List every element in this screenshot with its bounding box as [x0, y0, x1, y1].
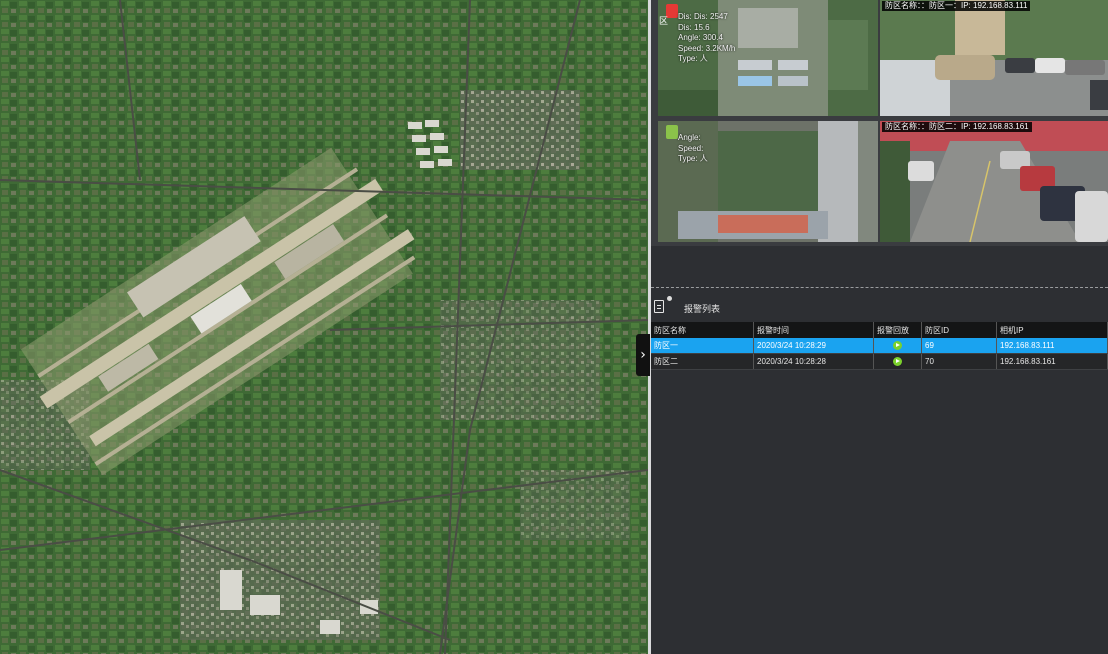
column-header[interactable]: 相机IP: [996, 322, 1108, 338]
video-tile-drone-1[interactable]: Dis: Dis: 2547 Dis: 15.6 Angle: 300.4 Sp…: [658, 0, 878, 116]
document-icon: [654, 300, 664, 313]
alarm-list-title: 报警列表: [684, 304, 721, 314]
satellite-map[interactable]: [0, 0, 648, 654]
telemetry-line: Speed:: [678, 143, 704, 153]
section-divider: [651, 287, 1108, 288]
cell-camera-ip: 192.168.83.111: [996, 338, 1108, 354]
drone-telemetry: Dis: Dis: 2547 Dis: 15.6 Angle: 300.4 Sp…: [678, 12, 735, 65]
cell-zone: 防区二: [651, 353, 754, 370]
table-row[interactable]: 防区一 2020/3/24 10:28:29 69 192.168.83.111: [651, 338, 1108, 354]
cell-zone: 防区一: [651, 338, 754, 354]
cell-time: 2020/3/24 10:28:29: [753, 338, 874, 354]
telemetry-line: Dis: 15.6: [678, 22, 710, 32]
telemetry-line: Dis: Dis: 2547: [678, 12, 728, 21]
cell-time: 2020/3/24 10:28:28: [753, 353, 874, 370]
alarm-list-header: 报警列表: [651, 296, 1108, 320]
play-icon[interactable]: [893, 357, 902, 367]
cell-zone-id: 69: [921, 338, 997, 354]
edge-label: 区: [659, 16, 669, 26]
video-tile-drone-2[interactable]: Angle: Speed: Type: 人: [658, 121, 878, 242]
camera-caption: 防区名称：：防区一：IP: 192.168.83.111: [882, 1, 1031, 11]
camera-caption: 防区名称：：防区二：IP: 192.168.83.161: [882, 122, 1032, 132]
column-header[interactable]: 防区ID: [921, 322, 997, 338]
cell-playback: [873, 338, 922, 354]
cell-zone-id: 70: [921, 353, 997, 370]
chevron-right-icon: ›: [640, 347, 646, 363]
cell-playback: [873, 353, 922, 370]
satellite-imagery: [0, 0, 648, 654]
video-grid: Dis: Dis: 2547 Dis: 15.6 Angle: 300.4 Sp…: [651, 0, 1108, 246]
telemetry-line: Type: 人: [678, 154, 708, 163]
camera-view-parking: [880, 0, 1108, 116]
play-icon[interactable]: [893, 341, 902, 351]
drone-telemetry: Angle: Speed: Type: 人: [678, 133, 708, 165]
telemetry-line: Angle:: [678, 133, 701, 142]
telemetry-line: Angle: 300.4: [678, 33, 723, 42]
dot-icon: [667, 296, 672, 301]
video-tile-camera-2[interactable]: 防区名称：：防区二：IP: 192.168.83.161: [880, 121, 1108, 242]
column-header[interactable]: 报警回放: [873, 322, 922, 338]
telemetry-line: Speed: 3.2KM/h: [678, 43, 736, 53]
drone-marker-icon: [666, 125, 678, 139]
table-row[interactable]: 防区二 2020/3/24 10:28:28 70 192.168.83.161: [651, 353, 1108, 370]
telemetry-line: Type: 人: [678, 54, 708, 63]
camera-view-street: [880, 121, 1108, 242]
right-panel: Dis: Dis: 2547 Dis: 15.6 Angle: 300.4 Sp…: [651, 0, 1108, 654]
table-header-row: 防区名称 报警时间 报警回放 防区ID 相机IP: [651, 322, 1108, 338]
column-header[interactable]: 防区名称: [651, 322, 754, 338]
collapse-panel-button[interactable]: ›: [636, 334, 650, 376]
alarm-table: 防区名称 报警时间 报警回放 防区ID 相机IP 防区一 2020/3/24 1…: [651, 322, 1108, 370]
column-header[interactable]: 报警时间: [753, 322, 874, 338]
video-tile-camera-1[interactable]: 防区名称：：防区一：IP: 192.168.83.111: [880, 0, 1108, 116]
cell-camera-ip: 192.168.83.161: [996, 353, 1108, 370]
